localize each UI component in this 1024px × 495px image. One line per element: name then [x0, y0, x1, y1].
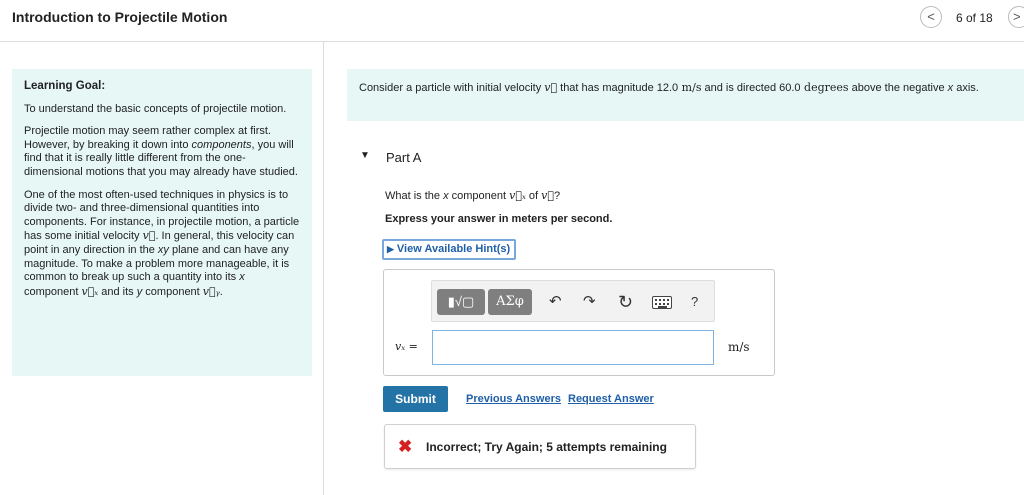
answer-unit: m/s	[728, 340, 750, 354]
column-divider	[323, 42, 324, 495]
answer-variable-label: vₓ =	[395, 340, 418, 353]
learning-goal-title: Learning Goal:	[24, 80, 106, 92]
templates-button[interactable]: ▮√▢	[437, 289, 485, 315]
request-answer-link[interactable]: Request Answer	[568, 393, 654, 405]
question-text: What is the x component v⃗ₓ of v⃗?	[385, 189, 561, 202]
submit-button[interactable]: Submit	[383, 386, 448, 412]
feedback-message: Incorrect; Try Again; 5 attempts remaini…	[426, 440, 667, 454]
symbols-button[interactable]: ΑΣφ	[488, 289, 532, 315]
answer-instructions: Express your answer in meters per second…	[385, 213, 613, 225]
math-toolbar: ▮√▢ ΑΣφ ↶ ↷ ↻ ?	[431, 280, 715, 322]
learning-goal-paragraph-3: One of the most often-used techniques in…	[24, 188, 300, 298]
velocity-magnitude: 12.0	[656, 82, 679, 94]
triangle-down-icon[interactable]: ▼	[360, 150, 370, 161]
chevron-right-icon[interactable]: >	[1008, 6, 1024, 28]
velocity-angle: 60.0	[779, 82, 801, 94]
chevron-left-icon[interactable]: <	[920, 6, 942, 28]
redo-icon[interactable]: ↷	[583, 293, 596, 311]
problem-statement: Consider a particle with initial velocit…	[347, 69, 1024, 121]
view-hints-button[interactable]: ▶ View Available Hint(s)	[382, 239, 517, 260]
learning-goal-paragraph-2: Projectile motion may seem rather comple…	[24, 125, 298, 178]
page-counter: 6 of 18	[956, 11, 993, 25]
view-hints-label: View Available Hint(s)	[396, 243, 511, 255]
answer-input[interactable]	[432, 330, 714, 365]
part-a-title[interactable]: Part A	[386, 150, 421, 165]
learning-goal-panel: Learning Goal: To understand the basic c…	[12, 69, 312, 376]
x-icon: ✖	[398, 437, 413, 456]
answer-box: ▮√▢ ΑΣφ ↶ ↷ ↻ ? vₓ = m/s	[383, 269, 775, 376]
page-header: Introduction to Projectile Motion < 6 of…	[0, 0, 1024, 42]
page-title: Introduction to Projectile Motion	[12, 9, 228, 25]
triangle-right-icon: ▶	[387, 244, 394, 254]
previous-answers-link[interactable]: Previous Answers	[466, 393, 561, 405]
keyboard-icon[interactable]	[652, 296, 672, 309]
reset-icon[interactable]: ↻	[618, 293, 633, 311]
undo-icon[interactable]: ↶	[549, 293, 562, 311]
feedback-box: ✖ Incorrect; Try Again; 5 attempts remai…	[384, 424, 696, 469]
learning-goal-summary: To understand the basic concepts of proj…	[24, 102, 287, 115]
help-icon[interactable]: ?	[691, 293, 698, 311]
